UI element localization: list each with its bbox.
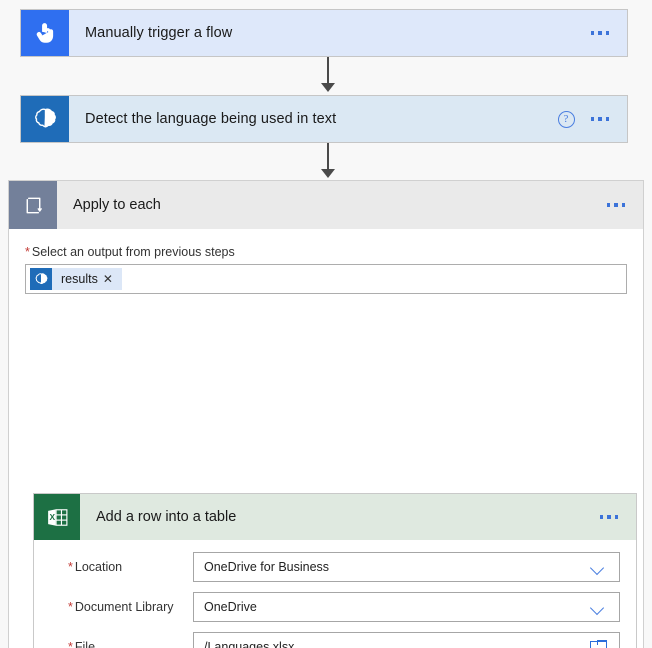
brain-cognitive-icon bbox=[30, 268, 52, 290]
scope-apply-to-each: Apply to each * Select an output from pre… bbox=[8, 180, 644, 648]
field-label-text: Document Library bbox=[74, 600, 174, 614]
brain-cognitive-icon bbox=[21, 96, 69, 142]
ellipsis-menu-icon[interactable] bbox=[594, 515, 637, 519]
action-card-title: Detect the language being used in text bbox=[85, 111, 337, 127]
chevron-down-icon[interactable] bbox=[592, 563, 605, 571]
action-card-trigger[interactable]: Manually trigger a flow bbox=[20, 9, 628, 57]
excel-icon: X bbox=[34, 494, 80, 540]
svg-text:X: X bbox=[49, 511, 55, 521]
field-value: /Languages.xlsx bbox=[204, 640, 295, 648]
folder-picker-icon[interactable] bbox=[590, 640, 607, 648]
apply-to-each-title: Apply to each bbox=[73, 197, 161, 213]
token-chip-results[interactable]: results ✕ bbox=[30, 268, 122, 290]
touch-trigger-icon bbox=[21, 10, 69, 56]
connector-arrow-2 bbox=[320, 143, 336, 179]
field-label-text: Location bbox=[74, 560, 123, 574]
required-marker: * bbox=[25, 245, 30, 259]
ellipsis-menu-icon[interactable] bbox=[601, 203, 644, 207]
output-field-label: * Select an output from previous steps bbox=[25, 245, 235, 259]
required-marker: * bbox=[68, 640, 73, 648]
add-row-fields: * Location OneDrive for Business * Document … bbox=[34, 540, 636, 648]
field-value: OneDrive for Business bbox=[204, 560, 330, 574]
loop-foreach-icon bbox=[9, 181, 57, 229]
add-row-header[interactable]: X Add a row into a table bbox=[34, 494, 636, 540]
field-label: * Location bbox=[50, 560, 193, 574]
remove-token-icon[interactable]: ✕ bbox=[103, 272, 122, 286]
action-card-title: Manually trigger a flow bbox=[85, 25, 233, 41]
required-marker: * bbox=[68, 560, 73, 574]
ellipsis-menu-icon[interactable] bbox=[585, 31, 628, 35]
field-value: OneDrive bbox=[204, 600, 257, 614]
file-picker-input[interactable]: /Languages.xlsx bbox=[193, 632, 620, 648]
apply-to-each-header[interactable]: Apply to each bbox=[9, 181, 643, 229]
help-icon[interactable]: ? bbox=[557, 110, 575, 128]
action-card-add-row: X Add a row into a table * Location OneDri… bbox=[33, 493, 637, 648]
field-label-text: File bbox=[74, 640, 96, 648]
field-row-file: * File/Languages.xlsx bbox=[50, 632, 620, 648]
ellipsis-menu-icon[interactable] bbox=[585, 117, 628, 121]
add-row-title: Add a row into a table bbox=[96, 509, 237, 525]
token-label: results bbox=[61, 272, 98, 286]
field-label: * Document Library bbox=[50, 600, 193, 614]
required-marker: * bbox=[68, 600, 73, 614]
field-label: * File bbox=[50, 640, 193, 648]
field-row-location: * Location OneDrive for Business bbox=[50, 552, 620, 582]
action-card-detect-language[interactable]: Detect the language being used in text ? bbox=[20, 95, 628, 143]
output-token-input[interactable]: results ✕ bbox=[25, 264, 627, 294]
dropdown-input[interactable]: OneDrive for Business bbox=[193, 552, 620, 582]
field-row-document-library: * Document Library OneDrive bbox=[50, 592, 620, 622]
connector-arrow-1 bbox=[320, 57, 336, 93]
dropdown-input[interactable]: OneDrive bbox=[193, 592, 620, 622]
flow-designer-canvas: Manually trigger a flow Detect the langu… bbox=[0, 0, 652, 648]
chevron-down-icon[interactable] bbox=[592, 603, 605, 611]
